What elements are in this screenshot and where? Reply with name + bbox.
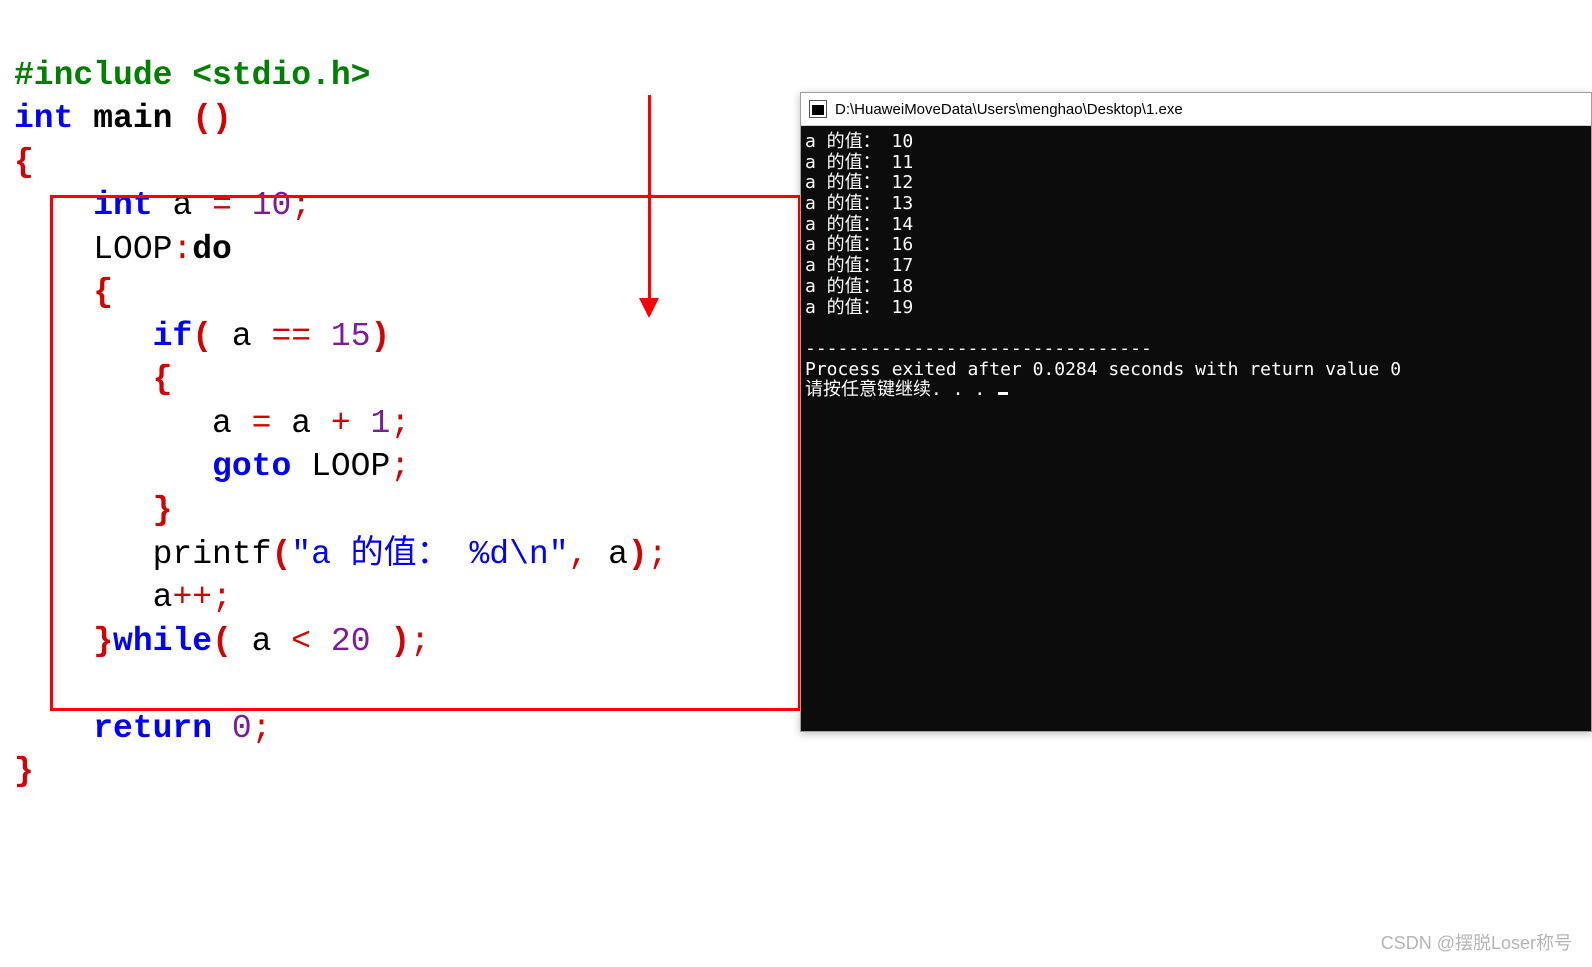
window-title: D:\HuaweiMoveData\Users\menghao\Desktop\… (835, 101, 1183, 118)
console-line: a 的值： 16 (805, 234, 913, 255)
watermark: CSDN @摆脱Loser称号 (1381, 929, 1572, 955)
console-line: a 的值： 18 (805, 276, 913, 297)
source-code: #include <stdio.h> int main () { int a =… (14, 10, 668, 794)
cursor-icon (998, 392, 1008, 395)
console-line: a 的值： 13 (805, 193, 913, 214)
console-line: a 的值： 17 (805, 255, 913, 276)
console-window[interactable]: D:\HuaweiMoveData\Users\menghao\Desktop\… (800, 92, 1592, 732)
console-line: a 的值： 12 (805, 172, 913, 193)
console-line: a 的值： 14 (805, 214, 913, 235)
console-output[interactable]: a 的值： 10 a 的值： 11 a 的值： 12 a 的值： 13 a 的值… (801, 126, 1591, 731)
console-line: -------------------------------- (805, 338, 1152, 359)
console-icon (809, 100, 827, 118)
console-line: 请按任意键继续. . . (805, 379, 996, 400)
console-line: a 的值： 19 (805, 297, 913, 318)
window-title-bar[interactable]: D:\HuaweiMoveData\Users\menghao\Desktop\… (801, 93, 1591, 126)
console-line: Process exited after 0.0284 seconds with… (805, 359, 1401, 380)
console-line: a 的值： 11 (805, 152, 913, 173)
console-line: a 的值： 10 (805, 131, 913, 152)
